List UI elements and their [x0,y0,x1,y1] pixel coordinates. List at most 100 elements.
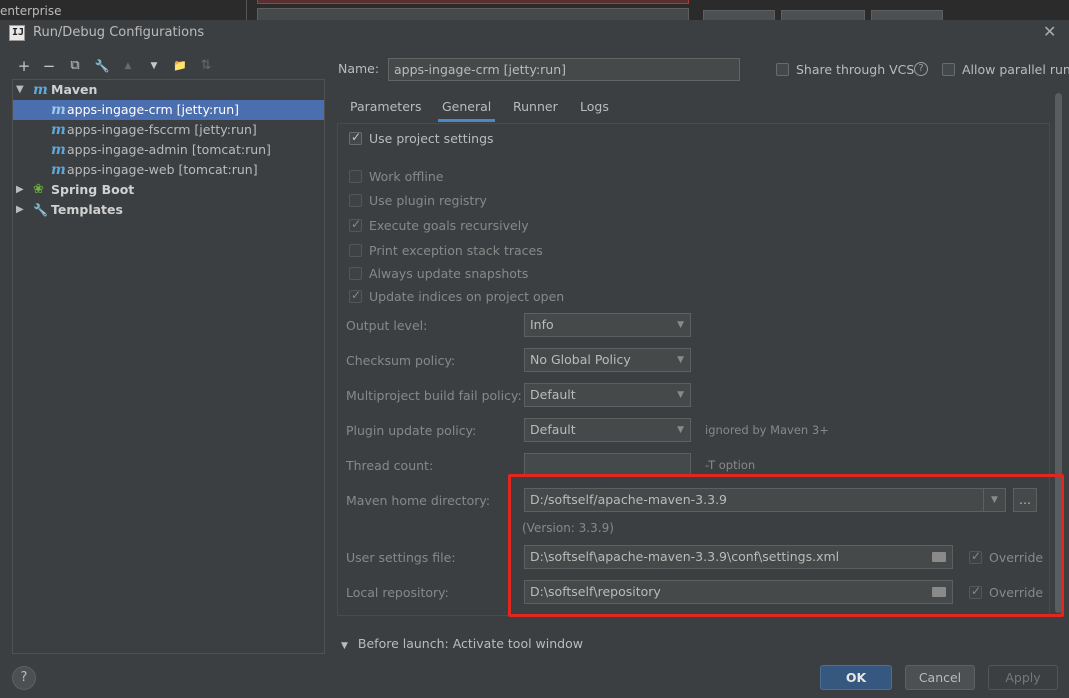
local-repository-override-label: Override [989,585,1044,600]
expand-arrow-icon[interactable]: ▶ [16,180,24,200]
local-repository-value: D:\softself\repository [530,584,661,599]
tree-item-maven-config[interactable]: m apps-ingage-admin [tomcat:run] [13,140,324,160]
output-level-label: Output level: [346,318,428,333]
configuration-tree[interactable]: ▼ m Maven m apps-ingage-crm [jetty:run] … [12,79,325,654]
plugin-update-policy-value: Default [530,422,576,437]
chevron-down-icon: ▼ [677,425,684,435]
user-settings-label: User settings file: [346,550,456,565]
tree-item-maven-config[interactable]: m apps-ingage-crm [jetty:run] [13,100,324,120]
tree-item-label: apps-ingage-admin [tomcat:run] [67,142,271,157]
tree-item-label: apps-ingage-fsccrm [jetty:run] [67,122,257,137]
checksum-policy-value: No Global Policy [530,352,631,367]
folder-icon[interactable] [932,587,946,597]
tree-node-spring-boot[interactable]: ▶ ❀ Spring Boot [13,180,324,200]
name-label: Name: [338,61,380,76]
collapse-arrow-icon: ▼ [341,641,348,651]
tree-node-label: Maven [51,82,98,97]
maven-icon: m [51,162,66,178]
background-project-text: enterprise [0,4,62,18]
maven-icon: m [33,82,48,98]
thread-count-label: Thread count: [346,458,434,473]
move-up-icon[interactable]: ▲ [119,58,137,74]
use-project-settings-label: Use project settings [369,131,494,146]
vertical-scrollbar[interactable] [1055,93,1062,613]
apply-button[interactable]: Apply [988,665,1058,690]
expand-arrow-icon[interactable]: ▼ [16,80,24,100]
tab-logs[interactable]: Logs [576,98,613,122]
work-offline-label: Work offline [369,169,444,184]
sort-icon[interactable]: ⇅ [197,58,215,74]
maven-icon: m [51,142,66,158]
local-repository-override-checkbox[interactable] [969,584,982,599]
tab-runner[interactable]: Runner [509,98,562,122]
output-level-select[interactable]: Info ▼ [524,313,691,337]
allow-parallel-label: Allow parallel run [962,62,1069,77]
plugin-update-policy-label: Plugin update policy: [346,423,477,438]
edit-defaults-wrench-icon[interactable]: 🔧 [93,58,111,74]
update-indices-checkbox[interactable] [349,288,362,303]
new-folder-icon[interactable]: 📁 [171,58,189,74]
expand-arrow-icon[interactable]: ▶ [16,200,24,220]
wrench-icon: 🔧 [33,203,48,217]
work-offline-checkbox[interactable] [349,170,362,183]
always-update-snapshots-checkbox[interactable] [349,267,362,280]
user-settings-override-checkbox[interactable] [969,549,982,564]
use-project-settings-checkbox[interactable] [349,130,362,145]
chevron-down-icon: ▼ [677,390,684,400]
browse-maven-home-button[interactable]: ... [1013,488,1037,512]
copy-configuration-icon[interactable]: ⧉ [66,58,84,74]
use-plugin-registry-checkbox[interactable] [349,194,362,207]
remove-configuration-icon[interactable]: − [40,58,58,74]
checksum-policy-select[interactable]: No Global Policy ▼ [524,348,691,372]
tree-item-maven-config[interactable]: m apps-ingage-fsccrm [jetty:run] [13,120,324,140]
before-launch-section[interactable]: ▼ Before launch: Activate tool window [341,636,583,651]
ok-button[interactable]: OK [820,665,892,690]
multiproject-policy-label: Multiproject build fail policy: [346,388,522,403]
maven-home-select[interactable]: D:/softself/apache-maven-3.3.9 ▼ [524,488,1006,512]
cancel-button[interactable]: Cancel [905,665,975,690]
maven-home-label: Maven home directory: [346,493,491,508]
add-configuration-icon[interactable]: + [15,58,33,74]
plugin-update-hint: ignored by Maven 3+ [705,423,829,437]
tab-parameters[interactable]: Parameters [346,98,426,122]
intellij-logo-icon: IJ [9,25,25,41]
folder-icon[interactable] [932,552,946,562]
chevron-down-icon: ▼ [677,355,684,365]
multiproject-policy-select[interactable]: Default ▼ [524,383,691,407]
print-exception-label: Print exception stack traces [369,243,543,258]
close-icon[interactable]: ✕ [1043,22,1056,41]
help-icon[interactable]: ? [914,62,928,76]
background-error-field [257,0,689,4]
use-plugin-registry-label: Use plugin registry [369,193,487,208]
move-down-icon[interactable]: ▼ [145,58,163,74]
print-exception-checkbox[interactable] [349,244,362,257]
maven-version-text: (Version: 3.3.9) [522,521,614,535]
tree-item-label: apps-ingage-web [tomcat:run] [67,162,258,177]
update-indices-label: Update indices on project open [369,289,565,304]
tree-item-maven-config[interactable]: m apps-ingage-web [tomcat:run] [13,160,324,180]
user-settings-value: D:\softself\apache-maven-3.3.9\conf\sett… [530,549,840,564]
chevron-down-icon: ▼ [983,489,1005,511]
name-input[interactable] [388,58,740,81]
help-button[interactable]: ? [12,666,36,690]
thread-count-hint: -T option [705,458,756,472]
tree-node-label: Spring Boot [51,182,135,197]
user-settings-override-label: Override [989,550,1044,565]
tab-general[interactable]: General [438,98,496,122]
maven-home-value: D:/softself/apache-maven-3.3.9 [530,492,727,507]
allow-parallel-checkbox[interactable] [942,63,955,76]
user-settings-input[interactable]: D:\softself\apache-maven-3.3.9\conf\sett… [524,545,953,569]
share-vcs-checkbox[interactable] [776,63,789,76]
chevron-down-icon: ▼ [677,320,684,330]
plugin-update-policy-select[interactable]: Default ▼ [524,418,691,442]
maven-icon: m [51,122,66,138]
execute-goals-recursively-checkbox[interactable] [349,217,362,232]
multiproject-policy-value: Default [530,387,576,402]
always-update-snapshots-label: Always update snapshots [369,266,529,281]
tree-item-label: apps-ingage-crm [jetty:run] [67,102,240,117]
tree-node-maven[interactable]: ▼ m Maven [13,80,324,100]
spring-boot-icon: ❀ [33,182,44,197]
tree-node-templates[interactable]: ▶ 🔧 Templates [13,200,324,220]
local-repository-input[interactable]: D:\softself\repository [524,580,953,604]
thread-count-input[interactable] [524,453,691,477]
